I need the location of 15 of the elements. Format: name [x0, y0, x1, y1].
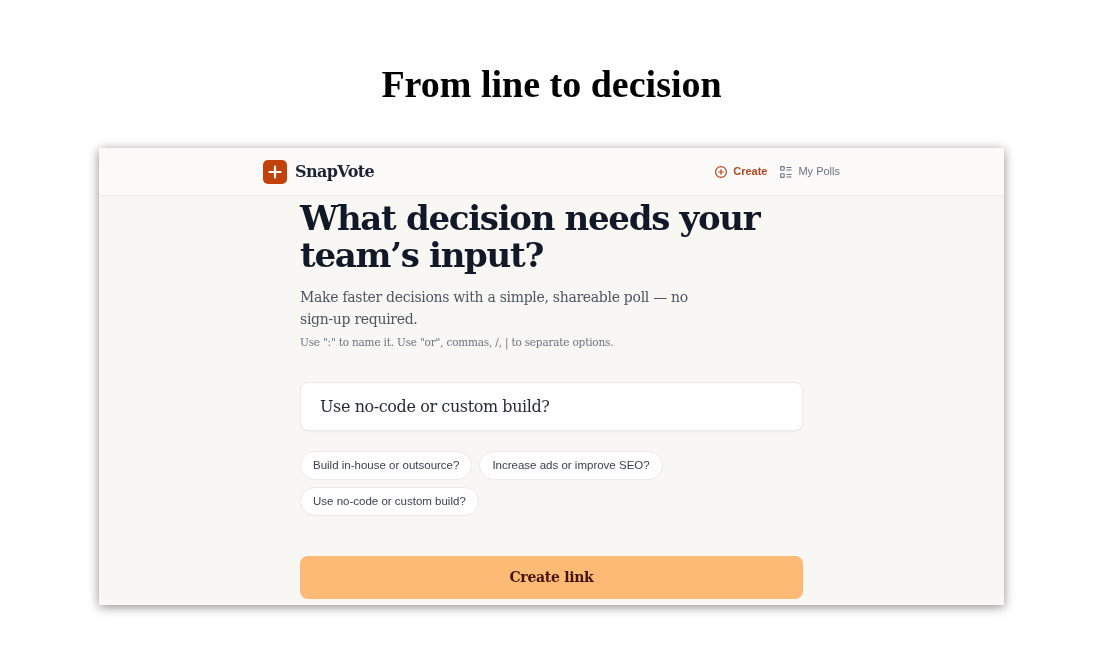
brand-name: SnapVote: [295, 160, 375, 183]
suggestion-chip[interactable]: Build in-house or outsource?: [300, 451, 473, 480]
suggestion-chip[interactable]: Use no-code or custom build?: [300, 487, 479, 516]
hint-text: Use ":" to name it. Use "or", commas, /, | to separate options.: [300, 335, 615, 349]
nav-link[interactable]: Create: [715, 163, 768, 180]
nav-link[interactable]: My Polls: [780, 163, 840, 180]
page-title: From line to decision: [381, 62, 722, 106]
main-heading: What decision needs your team’s input?: [300, 200, 762, 274]
subtitle: Make faster decisions with a simple, shareable poll — no sign-up required.: [300, 288, 689, 329]
plus-logo-icon: [263, 159, 287, 184]
suggestion-chip[interactable]: Increase ads or improve SEO?: [479, 451, 663, 480]
plus-circle-icon: [715, 165, 728, 178]
create-link-button[interactable]: Create link: [300, 556, 803, 599]
question-input-field[interactable]: Use no-code or custom build?: [300, 382, 803, 431]
list-icon: [780, 165, 793, 178]
